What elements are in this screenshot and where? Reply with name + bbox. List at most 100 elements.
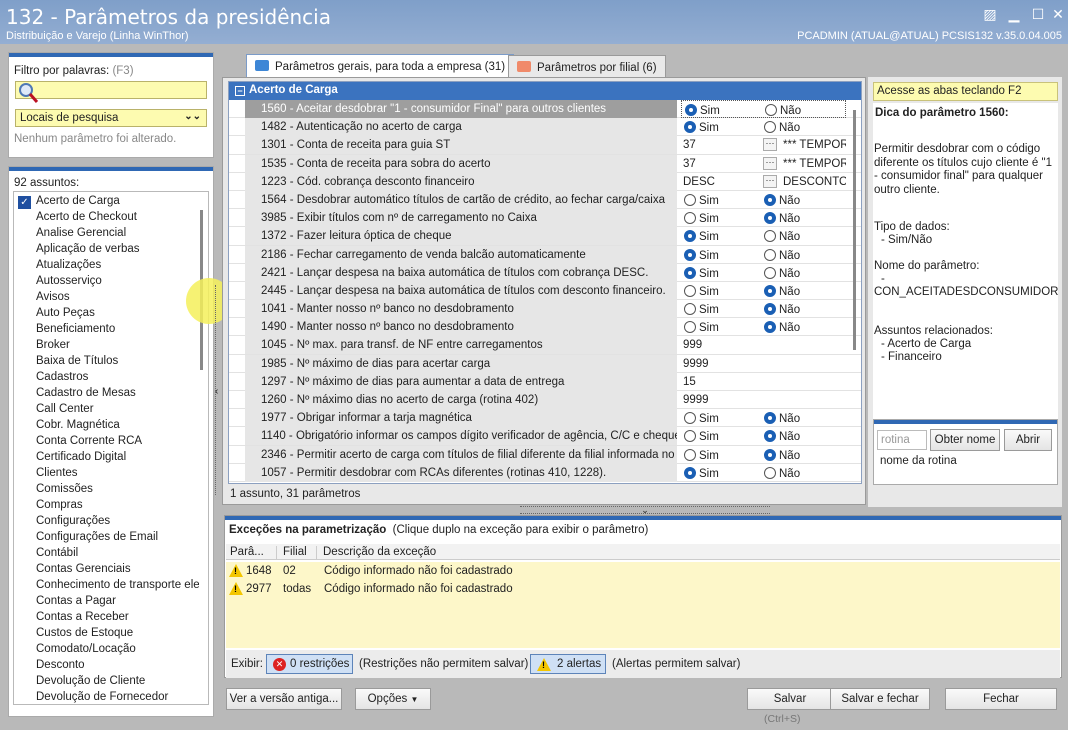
param-row[interactable]: 1490 - Manter nosso nº banco no desdobra… (229, 318, 861, 337)
subject-item[interactable]: Devolução de Cliente (14, 675, 199, 691)
radio-yes[interactable]: Sim (684, 430, 719, 443)
subject-item[interactable]: Acerto de Checkout (14, 211, 199, 227)
subject-item[interactable]: Avisos (14, 291, 199, 307)
chevron-left-icon[interactable]: ‹ (215, 386, 218, 397)
radio-no[interactable]: Não (764, 193, 800, 207)
restore-icon[interactable]: ▨ (980, 6, 1000, 22)
param-value-cell[interactable]: 37 ··· *** TEMPOR (681, 136, 846, 154)
param-row[interactable]: 2445 - Lançar despesa na baixa automátic… (229, 281, 861, 301)
param-value[interactable]: DESC (683, 176, 715, 188)
routine-input[interactable]: rotina (877, 430, 927, 450)
col-param[interactable]: Parâ... (230, 546, 264, 558)
alerts-toggle[interactable]: 2 alertas (530, 654, 606, 674)
radio-yes[interactable]: Sim (684, 121, 719, 134)
param-value-cell[interactable]: Sim Não (681, 427, 846, 445)
param-value[interactable]: 37 (683, 139, 696, 151)
radio-no[interactable]: Não (764, 430, 800, 443)
radio-no[interactable]: Não (764, 303, 800, 316)
param-value-cell[interactable]: Sim Não (681, 191, 846, 209)
col-description[interactable]: Descrição da exceção (316, 546, 436, 560)
param-row[interactable]: 1560 - Aceitar desdobrar "1 - consumidor… (229, 100, 861, 119)
param-row[interactable]: 1372 - Fazer leitura óptica de cheque Sim… (229, 227, 861, 246)
subject-item[interactable]: Certificado Digital (14, 451, 199, 467)
tab-branch-params[interactable]: Parâmetros por filial (6) (508, 55, 666, 77)
param-row[interactable]: 1140 - Obrigatório informar os campos dí… (229, 427, 861, 446)
subject-item[interactable]: Devolução de Fornecedor (14, 691, 199, 704)
subject-item[interactable]: Autosserviço (14, 275, 199, 291)
options-button[interactable]: Opções ▼ (355, 688, 431, 710)
radio-yes[interactable]: Sim (684, 448, 719, 462)
tab-general-params[interactable]: Parâmetros gerais, para toda a empresa (… (246, 54, 515, 78)
param-row[interactable]: 1045 - Nº max. para transf. de NF entre … (229, 336, 861, 355)
subject-item[interactable]: Call Center (14, 403, 199, 419)
subject-item[interactable]: Beneficiamento (14, 323, 199, 339)
subject-item[interactable]: Auto Peças (14, 307, 199, 323)
radio-no[interactable]: Não (764, 321, 800, 334)
param-value-cell[interactable]: 999 (681, 336, 846, 354)
lookup-button[interactable]: ··· (763, 156, 777, 170)
param-value-cell[interactable]: Sim Não (681, 264, 846, 282)
col-filial[interactable]: Filial (276, 546, 307, 560)
radio-no[interactable]: Não (764, 412, 800, 425)
params-grid[interactable]: − Acerto de Carga 1560 - Aceitar desdobr… (228, 81, 862, 484)
param-row[interactable]: 1041 - Manter nosso nº banco no desdobra… (229, 300, 861, 319)
maximize-icon[interactable]: ☐ (1028, 6, 1048, 22)
group-header[interactable]: − Acerto de Carga (229, 82, 861, 100)
radio-yes[interactable]: Sim (684, 212, 719, 225)
radio-no[interactable]: Não (764, 121, 800, 134)
param-row[interactable]: 1297 - Nº máximo de dias para aumentar a… (229, 372, 861, 391)
subject-item[interactable]: Custos de Estoque (14, 627, 199, 643)
param-value-cell[interactable]: 9999 (681, 355, 846, 373)
param-value[interactable]: 9999 (683, 358, 709, 370)
subject-item[interactable]: Contas a Receber (14, 611, 199, 627)
radio-yes[interactable]: Sim (684, 266, 719, 280)
param-value-cell[interactable]: Sim Não (681, 464, 846, 482)
checkbox-checked-icon[interactable]: ✓ (18, 196, 31, 209)
subject-item[interactable]: Configurações (14, 515, 199, 531)
param-row[interactable]: 3985 - Exibir títulos com nº de carregam… (229, 209, 861, 228)
minimize-icon[interactable]: ▁ (1004, 6, 1024, 22)
subject-item[interactable]: Contas a Pagar (14, 595, 199, 611)
collapse-icon[interactable]: − (235, 86, 245, 96)
subject-item[interactable]: Cadastros (14, 371, 199, 387)
radio-no[interactable]: Não (764, 266, 800, 280)
subject-item[interactable]: Atualizações (14, 259, 199, 275)
param-row[interactable]: 1977 - Obrigar informar a tarja magnétic… (229, 409, 861, 428)
param-row[interactable]: 1260 - Nº máximo dias no acerto de carga… (229, 391, 861, 410)
subject-item[interactable]: Broker (14, 339, 199, 355)
save-close-button[interactable]: Salvar e fechar (830, 688, 930, 710)
subject-item[interactable]: Cobr. Magnética (14, 419, 199, 435)
radio-no[interactable]: Não (764, 466, 800, 480)
right-splitter[interactable] (873, 220, 874, 298)
subject-item[interactable]: Baixa de Títulos (14, 355, 199, 371)
param-value-cell[interactable]: Sim Não (681, 118, 846, 136)
subject-item[interactable]: Conta Corrente RCA (14, 435, 199, 451)
param-value-cell[interactable]: 15 (681, 373, 846, 391)
subject-item[interactable]: ✓ Acerto de Carga (14, 195, 199, 211)
radio-yes[interactable]: Sim (684, 284, 719, 298)
lookup-button[interactable]: ··· (763, 174, 777, 188)
subjects-list[interactable]: ✓ Acerto de Carga Acerto de Checkout Analis… (13, 191, 209, 705)
param-value-cell[interactable]: 9999 (681, 391, 846, 409)
param-row[interactable]: 1223 - Cód. cobrança desconto financeiro… (229, 172, 861, 191)
horizontal-splitter[interactable]: ⌄ (520, 506, 770, 515)
subject-item[interactable]: Comissões (14, 483, 199, 499)
subject-item[interactable]: Analise Gerencial (14, 227, 199, 243)
radio-yes[interactable]: Sim (684, 466, 719, 480)
subject-item[interactable]: Comodato/Locação (14, 643, 199, 659)
param-value-cell[interactable]: Sim Não (681, 282, 846, 300)
radio-no[interactable]: Não (764, 284, 800, 298)
radio-no[interactable]: Não (764, 448, 800, 462)
param-value[interactable]: 9999 (683, 394, 709, 406)
param-value[interactable]: 37 (683, 158, 696, 170)
close-icon[interactable]: ✕ (1048, 6, 1068, 22)
param-row[interactable]: 2346 - Permitir acerto de carga com títu… (229, 445, 861, 464)
param-value-cell[interactable]: Sim Não (681, 246, 846, 264)
param-value[interactable]: 15 (683, 376, 696, 388)
subject-item[interactable]: Compras (14, 499, 199, 515)
param-value-cell[interactable]: Sim Não (681, 409, 846, 427)
get-name-button[interactable]: Obter nome (930, 429, 1000, 451)
param-value-cell[interactable]: DESC ··· DESCONTO ( (681, 173, 846, 191)
param-row[interactable]: 1057 - Permitir desdobrar com RCAs difer… (229, 463, 861, 482)
radio-yes[interactable]: Sim (684, 193, 719, 207)
